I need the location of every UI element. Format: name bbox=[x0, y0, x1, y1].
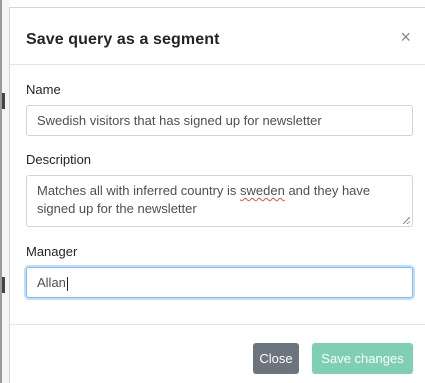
text-caret bbox=[66, 276, 68, 291]
backdrop-fragment bbox=[2, 93, 5, 109]
page-backdrop bbox=[0, 0, 9, 383]
description-label: Description bbox=[26, 152, 92, 167]
name-input-value: Swedish visitors that has signed up for … bbox=[37, 113, 322, 128]
resize-handle-icon[interactable] bbox=[403, 217, 410, 224]
manager-label: Manager bbox=[26, 244, 78, 259]
manager-input[interactable]: Allan bbox=[26, 267, 413, 298]
name-label: Name bbox=[26, 82, 61, 97]
save-segment-dialog: Save query as a segment × Name Swedish v… bbox=[9, 7, 425, 383]
description-textarea[interactable]: Matches all with inferred country is swe… bbox=[26, 175, 413, 227]
screen: Save query as a segment × Name Swedish v… bbox=[0, 0, 425, 383]
backdrop-border bbox=[0, 0, 2, 383]
misspelled-word: sweden bbox=[240, 183, 285, 198]
modal-title: Save query as a segment bbox=[26, 31, 220, 48]
close-button[interactable]: Close bbox=[253, 343, 299, 374]
footer-divider bbox=[10, 324, 425, 325]
name-input[interactable]: Swedish visitors that has signed up for … bbox=[26, 105, 413, 136]
description-text-start: Matches all with inferred country is bbox=[37, 183, 241, 198]
save-changes-button[interactable]: Save changes bbox=[312, 343, 413, 374]
backdrop-fragment bbox=[2, 277, 5, 293]
modal-header: Save query as a segment × bbox=[10, 8, 425, 65]
close-icon[interactable]: × bbox=[400, 28, 411, 46]
manager-input-value: Allan bbox=[37, 275, 66, 290]
